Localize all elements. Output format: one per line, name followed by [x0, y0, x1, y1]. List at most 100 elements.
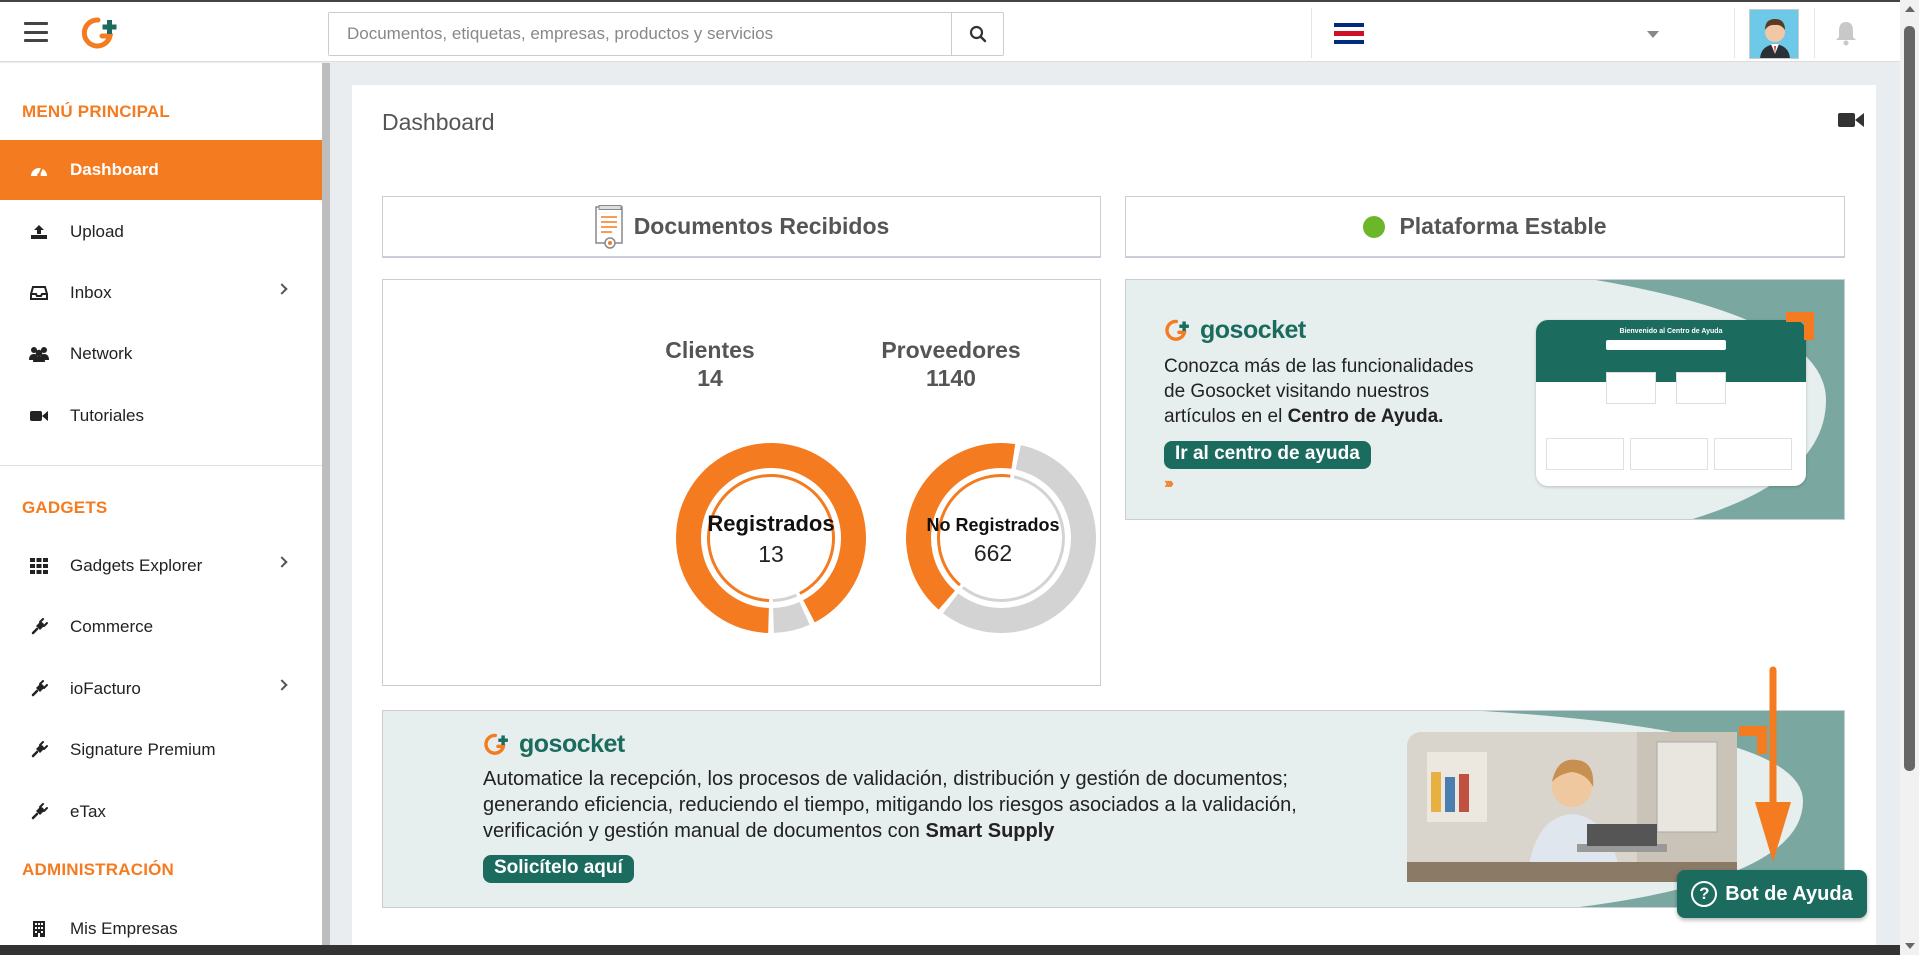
status-dot-icon [1363, 215, 1386, 238]
scroll-thumb[interactable] [1904, 26, 1915, 771]
donut-slice-clientes-1[interactable] [773, 601, 810, 633]
divider [1814, 8, 1815, 58]
sidebar-item-dashboard[interactable]: Dashboard [0, 140, 322, 200]
user-avatar[interactable] [1749, 9, 1799, 59]
search-icon [969, 25, 986, 43]
hamburger-menu-icon[interactable] [24, 22, 48, 42]
plug-icon [28, 617, 50, 637]
chevron-right-icon [276, 679, 288, 691]
sidebar-item-label: Inbox [70, 283, 112, 302]
help-center-banner[interactable]: gosocket Conozca más de las funcionalida… [1125, 279, 1845, 520]
gosocket-brand: gosocket [1164, 316, 1306, 345]
gosocket-logo [1165, 319, 1189, 341]
text-plain: verificación y gestión manual de documen… [483, 820, 926, 842]
sidebar-item-iofacturo[interactable]: ioFacturo [0, 659, 322, 719]
main-content: Dashboard Documentos Recibidos Plataform… [352, 85, 1876, 955]
smart-supply-banner[interactable]: gosocket Automatice la recepción, los pr… [382, 710, 1845, 908]
text-line: de Gosocket visitando nuestros [1164, 381, 1430, 402]
brand-name: gosocket [1200, 316, 1306, 344]
users-icon [28, 344, 50, 364]
document-icon [594, 204, 623, 249]
donut-charts [676, 443, 1096, 633]
preview-title: Bienvenido al Centro de Ayuda [1619, 328, 1723, 335]
upload-icon [28, 222, 50, 242]
documents-chart-box: Clientes 14 Proveedores 1140 Registrados… [382, 279, 1101, 686]
text-line: verificación y gestión manual de documen… [483, 818, 1297, 844]
search-button[interactable] [951, 13, 1003, 55]
sidebar-item-inbox[interactable]: Inbox [0, 263, 322, 323]
scroll-up-icon[interactable] [1905, 6, 1915, 12]
plug-icon [28, 740, 50, 760]
registered-value: 13 [758, 541, 784, 567]
sidebar-item-signature-premium[interactable]: Signature Premium [0, 720, 322, 780]
text-plain: artículos en el [1164, 406, 1288, 427]
registered-label: Registrados [707, 511, 835, 536]
platform-status-panel: Plataforma Estable [1125, 196, 1845, 258]
divider [1734, 8, 1735, 58]
unregistered-value: 662 [973, 540, 1013, 566]
documents-received-panel: Documentos Recibidos [382, 196, 1101, 258]
plug-icon [28, 802, 50, 822]
section-title-main-menu: MENÚ PRINCIPAL [22, 102, 170, 121]
sidebar-scrollbar[interactable] [322, 63, 330, 955]
sidebar-item-label: Mis Empresas [70, 919, 178, 938]
help-center-preview: Bienvenido al Centro de Ayuda [1536, 320, 1806, 486]
sidebar-item-tutoriales[interactable]: Tutoriales [0, 386, 322, 446]
video-camera-icon [28, 406, 50, 426]
gosocket-brand: gosocket [483, 730, 625, 759]
plug-icon [28, 679, 50, 699]
chevron-right-icon [276, 556, 288, 568]
sidebar-divider [0, 465, 322, 466]
gosocket-logo[interactable] [80, 16, 124, 52]
sidebar-item-gadgets-explorer[interactable]: Gadgets Explorer [0, 536, 322, 596]
corner-accent [1786, 312, 1814, 340]
country-selector[interactable] [1311, 19, 1673, 49]
sidebar-item-commerce[interactable]: Commerce [0, 597, 322, 657]
section-title-gadgets: GADGETS [22, 498, 108, 517]
chevron-down-icon [1647, 31, 1659, 38]
help-center-button[interactable]: Ir al centro de ayuda [1164, 441, 1371, 469]
supply-banner-text: Automatice la recepción, los procesos de… [483, 766, 1297, 844]
sidebar-item-network[interactable]: Network [0, 324, 322, 384]
brand-name: gosocket [519, 730, 625, 758]
help-banner-text: Conozca más de las funcionalidades de Go… [1164, 354, 1473, 429]
search-input[interactable] [329, 13, 951, 55]
inbox-icon [28, 283, 50, 303]
dashboard-icon [28, 160, 50, 180]
text-bold: Smart Supply [925, 820, 1055, 842]
sidebar: MENÚ PRINCIPAL Dashboard Upload Inbox Ne… [0, 63, 322, 955]
arrow-down-icon [1755, 666, 1791, 862]
office-photo [1407, 732, 1737, 882]
request-button[interactable]: Solicítelo aquí [483, 855, 634, 883]
building-icon [28, 919, 50, 939]
text-line: Conozca más de las funcionalidades [1164, 356, 1474, 377]
section-title-administracion: ADMINISTRACIÓN [22, 860, 175, 879]
video-camera-icon[interactable] [1838, 111, 1864, 129]
search-bar [328, 12, 1004, 56]
costa-rica-flag-icon [1334, 23, 1364, 44]
help-bot-label: Bot de Ayuda [1725, 882, 1853, 905]
panel-title: Plataforma Estable [1399, 213, 1607, 239]
text-line: Automatice la recepción, los procesos de… [483, 768, 1288, 790]
grid-icon [28, 556, 50, 576]
avatar-icon [1750, 10, 1798, 58]
sidebar-item-label: eTax [70, 802, 106, 821]
page-scrollbar[interactable] [1900, 0, 1919, 955]
unregistered-label: No Registrados [926, 515, 1060, 535]
help-bot-button[interactable]: ? Bot de Ayuda [1677, 870, 1867, 918]
sidebar-item-label: ioFacturo [70, 679, 141, 698]
sidebar-item-upload[interactable]: Upload [0, 202, 322, 262]
sidebar-item-label: Upload [70, 222, 124, 241]
bell-icon[interactable] [1834, 20, 1858, 46]
text-bold: Centro de Ayuda. [1287, 406, 1444, 427]
question-icon: ? [1691, 881, 1718, 907]
sidebar-item-label: Network [70, 344, 133, 363]
page-title: Dashboard [382, 109, 495, 135]
scroll-down-icon[interactable] [1905, 943, 1915, 949]
sidebar-item-etax[interactable]: eTax [0, 782, 322, 842]
text-line: artículos en el Centro de Ayuda. [1164, 404, 1473, 429]
chevrons-icon: ››› [1164, 475, 1174, 492]
sidebar-item-label: Dashboard [70, 160, 159, 179]
sidebar-item-label: Commerce [70, 617, 154, 636]
panel-title: Documentos Recibidos [633, 213, 890, 239]
